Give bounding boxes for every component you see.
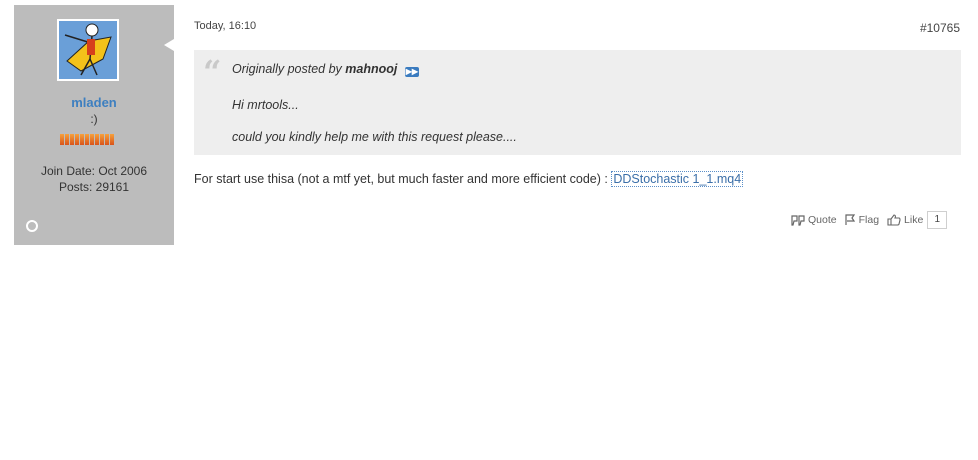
thumbs-up-icon [887, 214, 901, 226]
reputation-pip [85, 134, 89, 145]
quote-line: could you kindly help me with this reque… [232, 130, 517, 144]
reputation-pip [105, 134, 109, 145]
quote-button[interactable]: Quote [791, 214, 837, 226]
quote-prefix: Originally posted by [232, 62, 342, 76]
quote-author: mahnooj [345, 62, 398, 76]
avatar[interactable] [57, 19, 119, 81]
reputation-pip [90, 134, 94, 145]
join-date: Join Date: Oct 2006 [40, 164, 148, 178]
reputation-pip [75, 134, 79, 145]
like-label: Like [904, 214, 924, 226]
reputation-bar [60, 134, 114, 145]
quote-label: Quote [808, 214, 837, 226]
post-actions: Quote Flag Like 1 [791, 211, 948, 229]
reputation-pip [65, 134, 69, 145]
reputation-pip [95, 134, 99, 145]
post-number-link[interactable]: #10765 [920, 21, 960, 35]
reputation-pip [100, 134, 104, 145]
quote-block: “ Originally posted by mahnooj ▶▶ Hi mrt… [194, 50, 961, 155]
like-count: 1 [927, 211, 948, 229]
sidebar-pointer [164, 39, 174, 51]
reputation-pip [70, 134, 74, 145]
offline-status-icon [26, 220, 38, 232]
reputation-pip [80, 134, 84, 145]
view-post-icon[interactable]: ▶▶ [404, 67, 419, 77]
like-button[interactable]: Like [887, 214, 923, 226]
reputation-pip [60, 134, 64, 145]
post-body: For start use thisa (not a mtf yet, but … [194, 171, 744, 187]
user-title: :) [90, 112, 98, 126]
flag-icon [845, 214, 855, 225]
user-sidebar: mladen :) Join Date: Oct 2006 Posts: 291… [14, 5, 174, 245]
quote-line: Hi mrtools... [232, 98, 299, 112]
quote-icon [791, 214, 805, 226]
post-body-text: For start use thisa (not a mtf yet, but … [194, 172, 612, 186]
username[interactable]: mladen [14, 95, 174, 110]
quote-header: Originally posted by mahnooj ▶▶ [232, 62, 419, 77]
reputation-pip [110, 134, 114, 145]
post-count: Posts: 29161 [58, 180, 130, 194]
flag-label: Flag [858, 214, 880, 226]
quote-mark-icon: “ [203, 53, 222, 91]
avatar-image [59, 21, 117, 79]
flag-button[interactable]: Flag [845, 214, 879, 226]
attachment-link[interactable]: DDStochastic 1_1.mq4 [611, 171, 744, 187]
post-date: Today, 16:10 [194, 20, 257, 32]
